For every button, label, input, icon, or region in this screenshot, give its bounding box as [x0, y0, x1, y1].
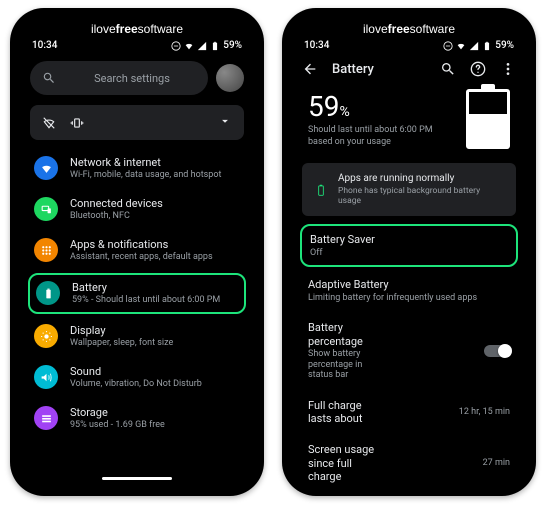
item-network[interactable]: Network & internet Wi-Fi, mobile, data u…: [20, 148, 254, 189]
wifi-off-icon: [42, 116, 56, 130]
row-full-charge[interactable]: Full charge lasts about 12 hr, 15 min: [292, 390, 526, 434]
battery-screen: ilovefreesoftware 10:34 59% Battery: [292, 18, 526, 486]
settings-screen: ilovefreesoftware 10:34 59% Search setti…: [20, 18, 254, 486]
page-title: Battery: [332, 62, 374, 77]
status-battery: 59%: [495, 40, 514, 51]
battery-outline-icon: [314, 183, 328, 197]
search-row: Search settings: [30, 61, 244, 95]
item-sound[interactable]: Sound Volume, vibration, Do Not Disturb: [20, 357, 254, 398]
help-icon[interactable]: [470, 61, 486, 77]
vibrate-icon: [70, 116, 84, 130]
sound-icon: [40, 371, 53, 384]
wifi-icon: [40, 162, 53, 175]
status-time: 10:34: [304, 40, 329, 51]
item-display[interactable]: Display Wallpaper, sleep, font size: [20, 316, 254, 357]
watermark: ilovefreesoftware: [20, 22, 254, 36]
apps-icon: [40, 244, 53, 257]
row-screen-usage[interactable]: Screen usage since full charge 27 min: [292, 434, 526, 486]
phone-left: ilovefreesoftware 10:34 59% Search setti…: [10, 8, 264, 496]
search-placeholder: Search settings: [68, 72, 196, 85]
signal-icon: [197, 41, 207, 51]
battery-icon: [210, 41, 220, 51]
battery-percent: 59%: [308, 90, 454, 123]
dnd-icon: [171, 41, 181, 51]
home-indicator[interactable]: [102, 477, 172, 480]
wifi-icon: [456, 41, 466, 51]
more-icon[interactable]: [500, 61, 516, 77]
chevron-down-icon: [218, 114, 232, 128]
status-time: 10:34: [32, 40, 57, 51]
search-icon[interactable]: [440, 61, 456, 77]
battery-estimate: Should last until about 6:00 PM based on…: [308, 125, 438, 148]
item-storage[interactable]: Storage 95% used - 1.69 GB free: [20, 398, 254, 439]
battery-hero: 59% Should last until about 6:00 PM base…: [292, 81, 526, 163]
item-apps[interactable]: Apps & notifications Assistant, recent a…: [20, 230, 254, 271]
signal-icon: [469, 41, 479, 51]
storage-icon: [40, 412, 53, 425]
display-icon: [40, 330, 53, 343]
battery-icon: [42, 287, 55, 300]
battery-icon: [482, 41, 492, 51]
settings-list: Network & internet Wi-Fi, mobile, data u…: [20, 146, 254, 473]
phone-right: ilovefreesoftware 10:34 59% Battery: [282, 8, 536, 496]
avatar[interactable]: [216, 64, 244, 92]
battery-graphic: [466, 89, 510, 149]
status-battery: 59%: [223, 40, 242, 51]
item-connected[interactable]: Connected devices Bluetooth, NFC: [20, 189, 254, 230]
devices-icon: [40, 203, 53, 216]
toggle-battery-percentage[interactable]: [484, 345, 510, 357]
wifi-icon: [184, 41, 194, 51]
dnd-icon: [443, 41, 453, 51]
item-battery[interactable]: Battery 59% - Should last until about 6:…: [28, 273, 246, 314]
status-right: 59%: [443, 40, 514, 51]
apps-normal-card[interactable]: Apps are running normally Phone has typi…: [302, 163, 516, 216]
row-adaptive-battery[interactable]: Adaptive Battery Limiting battery for in…: [292, 269, 526, 312]
quick-settings-row[interactable]: [30, 105, 244, 140]
search-input[interactable]: Search settings: [30, 61, 208, 95]
status-right: 59%: [171, 40, 242, 51]
app-bar: Battery: [292, 55, 526, 81]
search-icon: [42, 71, 56, 85]
row-battery-saver[interactable]: Battery Saver Off: [300, 224, 518, 267]
watermark: ilovefreesoftware: [292, 22, 526, 36]
row-battery-percentage[interactable]: Battery percentage Show battery percenta…: [292, 312, 526, 390]
back-icon[interactable]: [302, 61, 318, 77]
